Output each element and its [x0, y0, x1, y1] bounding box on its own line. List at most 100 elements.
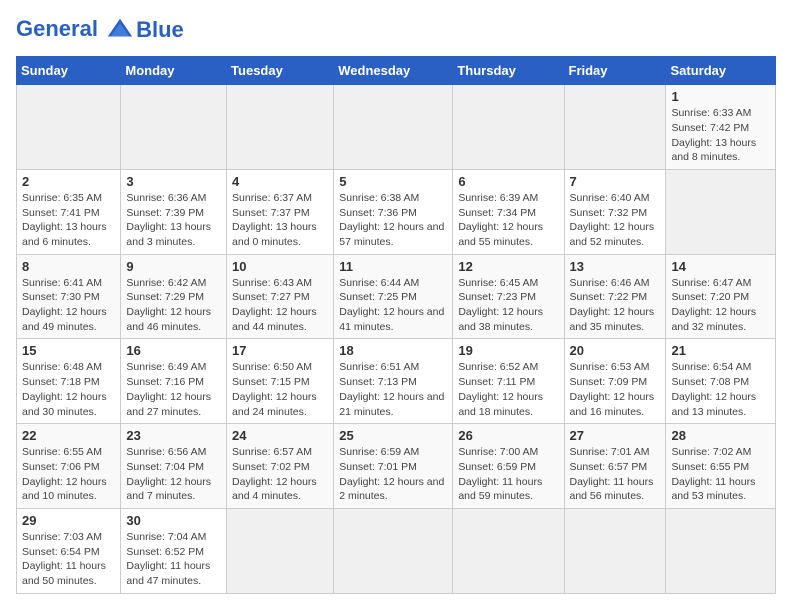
calendar-cell-22: 22 Sunrise: 6:55 AMSunset: 7:06 PMDaylig… [17, 424, 121, 509]
calendar-cell-14: 14 Sunrise: 6:47 AMSunset: 7:20 PMDaylig… [666, 254, 776, 339]
day-number: 18 [339, 343, 447, 358]
day-info: Sunrise: 6:53 AMSunset: 7:09 PMDaylight:… [570, 360, 661, 419]
calendar-cell-2: 2 Sunrise: 6:35 AMSunset: 7:41 PMDayligh… [17, 169, 121, 254]
calendar-cell-11: 11 Sunrise: 6:44 AMSunset: 7:25 PMDaylig… [334, 254, 453, 339]
day-number: 9 [126, 259, 221, 274]
day-info: Sunrise: 6:59 AMSunset: 7:01 PMDaylight:… [339, 445, 447, 504]
calendar-cell-13: 13 Sunrise: 6:46 AMSunset: 7:22 PMDaylig… [564, 254, 666, 339]
calendar-cell-28: 28 Sunrise: 7:02 AMSunset: 6:55 PMDaylig… [666, 424, 776, 509]
calendar-week-3: 8 Sunrise: 6:41 AMSunset: 7:30 PMDayligh… [17, 254, 776, 339]
day-number: 13 [570, 259, 661, 274]
calendar-cell-27: 27 Sunrise: 7:01 AMSunset: 6:57 PMDaylig… [564, 424, 666, 509]
logo-icon [106, 16, 134, 44]
calendar-cell-12: 12 Sunrise: 6:45 AMSunset: 7:23 PMDaylig… [453, 254, 564, 339]
calendar-cell-18: 18 Sunrise: 6:51 AMSunset: 7:13 PMDaylig… [334, 339, 453, 424]
empty-cell [227, 85, 334, 170]
calendar-cell-5: 5 Sunrise: 6:38 AMSunset: 7:36 PMDayligh… [334, 169, 453, 254]
day-info: Sunrise: 7:00 AMSunset: 6:59 PMDaylight:… [458, 445, 558, 504]
day-info: Sunrise: 7:02 AMSunset: 6:55 PMDaylight:… [671, 445, 770, 504]
calendar-week-6: 29 Sunrise: 7:03 AMSunset: 6:54 PMDaylig… [17, 508, 776, 593]
day-number: 17 [232, 343, 328, 358]
day-number: 15 [22, 343, 115, 358]
header-sunday: Sunday [17, 57, 121, 85]
calendar-cell-30: 30 Sunrise: 7:04 AMSunset: 6:52 PMDaylig… [121, 508, 227, 593]
calendar-cell-15: 15 Sunrise: 6:48 AMSunset: 7:18 PMDaylig… [17, 339, 121, 424]
day-number: 11 [339, 259, 447, 274]
calendar-week-5: 22 Sunrise: 6:55 AMSunset: 7:06 PMDaylig… [17, 424, 776, 509]
day-number: 22 [22, 428, 115, 443]
header-friday: Friday [564, 57, 666, 85]
header-wednesday: Wednesday [334, 57, 453, 85]
calendar-cell-20: 20 Sunrise: 6:53 AMSunset: 7:09 PMDaylig… [564, 339, 666, 424]
empty-cell [121, 85, 227, 170]
day-info: Sunrise: 6:57 AMSunset: 7:02 PMDaylight:… [232, 445, 328, 504]
day-info: Sunrise: 6:42 AMSunset: 7:29 PMDaylight:… [126, 276, 221, 335]
calendar-cell-23: 23 Sunrise: 6:56 AMSunset: 7:04 PMDaylig… [121, 424, 227, 509]
calendar-cell-19: 19 Sunrise: 6:52 AMSunset: 7:11 PMDaylig… [453, 339, 564, 424]
calendar-cell-9: 9 Sunrise: 6:42 AMSunset: 7:29 PMDayligh… [121, 254, 227, 339]
day-info: Sunrise: 6:52 AMSunset: 7:11 PMDaylight:… [458, 360, 558, 419]
day-info: Sunrise: 6:44 AMSunset: 7:25 PMDaylight:… [339, 276, 447, 335]
day-number: 14 [671, 259, 770, 274]
empty-cell [564, 508, 666, 593]
day-info: Sunrise: 6:49 AMSunset: 7:16 PMDaylight:… [126, 360, 221, 419]
empty-cell [334, 508, 453, 593]
day-number: 30 [126, 513, 221, 528]
day-number: 7 [570, 174, 661, 189]
day-number: 23 [126, 428, 221, 443]
logo-blue: Blue [136, 17, 184, 43]
empty-cell [666, 508, 776, 593]
day-info: Sunrise: 7:01 AMSunset: 6:57 PMDaylight:… [570, 445, 661, 504]
calendar-cell-26: 26 Sunrise: 7:00 AMSunset: 6:59 PMDaylig… [453, 424, 564, 509]
calendar-cell-21: 21 Sunrise: 6:54 AMSunset: 7:08 PMDaylig… [666, 339, 776, 424]
day-number: 25 [339, 428, 447, 443]
day-info: Sunrise: 6:41 AMSunset: 7:30 PMDaylight:… [22, 276, 115, 335]
calendar-cell-6: 6 Sunrise: 6:39 AMSunset: 7:34 PMDayligh… [453, 169, 564, 254]
day-number: 5 [339, 174, 447, 189]
empty-cell [666, 169, 776, 254]
day-info: Sunrise: 6:40 AMSunset: 7:32 PMDaylight:… [570, 191, 661, 250]
day-number: 1 [671, 89, 770, 104]
day-info: Sunrise: 6:43 AMSunset: 7:27 PMDaylight:… [232, 276, 328, 335]
calendar-cell-3: 3 Sunrise: 6:36 AMSunset: 7:39 PMDayligh… [121, 169, 227, 254]
day-info: Sunrise: 6:48 AMSunset: 7:18 PMDaylight:… [22, 360, 115, 419]
day-info: Sunrise: 6:45 AMSunset: 7:23 PMDaylight:… [458, 276, 558, 335]
day-info: Sunrise: 6:39 AMSunset: 7:34 PMDaylight:… [458, 191, 558, 250]
day-info: Sunrise: 6:38 AMSunset: 7:36 PMDaylight:… [339, 191, 447, 250]
day-info: Sunrise: 6:46 AMSunset: 7:22 PMDaylight:… [570, 276, 661, 335]
day-number: 2 [22, 174, 115, 189]
calendar-week-1: 1 Sunrise: 6:33 AMSunset: 7:42 PMDayligh… [17, 85, 776, 170]
calendar-cell-25: 25 Sunrise: 6:59 AMSunset: 7:01 PMDaylig… [334, 424, 453, 509]
header-saturday: Saturday [666, 57, 776, 85]
day-info: Sunrise: 6:56 AMSunset: 7:04 PMDaylight:… [126, 445, 221, 504]
day-number: 26 [458, 428, 558, 443]
calendar-cell-1: 1 Sunrise: 6:33 AMSunset: 7:42 PMDayligh… [666, 85, 776, 170]
calendar-week-4: 15 Sunrise: 6:48 AMSunset: 7:18 PMDaylig… [17, 339, 776, 424]
header-tuesday: Tuesday [227, 57, 334, 85]
calendar-cell-4: 4 Sunrise: 6:37 AMSunset: 7:37 PMDayligh… [227, 169, 334, 254]
empty-cell [334, 85, 453, 170]
empty-cell [17, 85, 121, 170]
day-number: 3 [126, 174, 221, 189]
page-header: General Blue [16, 16, 776, 44]
calendar-table: SundayMondayTuesdayWednesdayThursdayFrid… [16, 56, 776, 594]
day-number: 16 [126, 343, 221, 358]
day-number: 10 [232, 259, 328, 274]
day-number: 8 [22, 259, 115, 274]
day-info: Sunrise: 6:54 AMSunset: 7:08 PMDaylight:… [671, 360, 770, 419]
calendar-cell-17: 17 Sunrise: 6:50 AMSunset: 7:15 PMDaylig… [227, 339, 334, 424]
day-number: 12 [458, 259, 558, 274]
day-number: 21 [671, 343, 770, 358]
day-number: 24 [232, 428, 328, 443]
calendar-cell-29: 29 Sunrise: 7:03 AMSunset: 6:54 PMDaylig… [17, 508, 121, 593]
empty-cell [453, 85, 564, 170]
day-info: Sunrise: 6:50 AMSunset: 7:15 PMDaylight:… [232, 360, 328, 419]
day-number: 29 [22, 513, 115, 528]
day-number: 27 [570, 428, 661, 443]
calendar-header-row: SundayMondayTuesdayWednesdayThursdayFrid… [17, 57, 776, 85]
day-number: 20 [570, 343, 661, 358]
day-info: Sunrise: 7:04 AMSunset: 6:52 PMDaylight:… [126, 530, 221, 589]
empty-cell [453, 508, 564, 593]
day-info: Sunrise: 6:55 AMSunset: 7:06 PMDaylight:… [22, 445, 115, 504]
day-number: 4 [232, 174, 328, 189]
